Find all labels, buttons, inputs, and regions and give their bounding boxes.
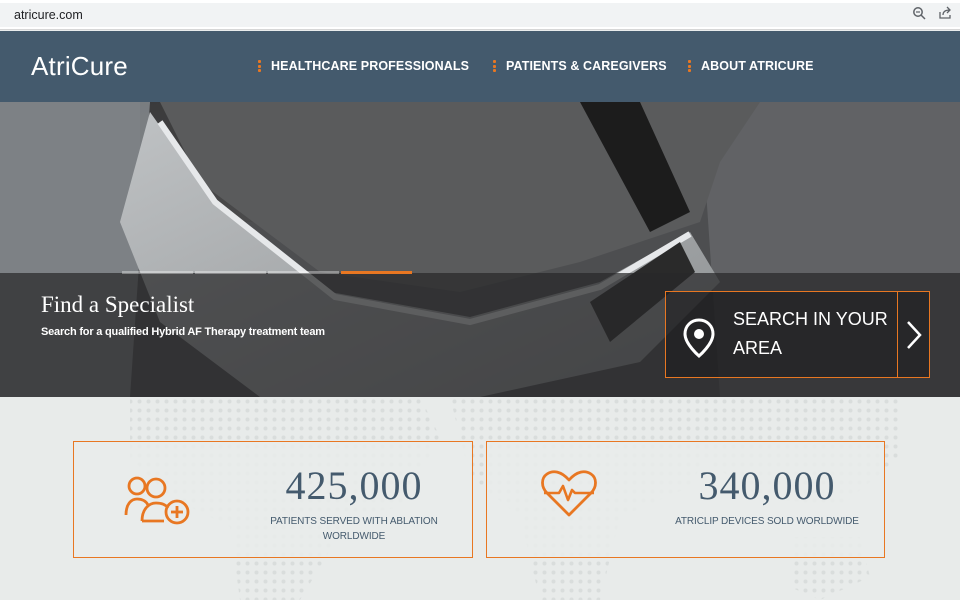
lock-icon [0,9,5,21]
hero-subtitle: Search for a qualified Hybrid AF Therapy… [41,326,325,338]
stat-label: PATIENTS SERVED WITH ABLATION WORLDWIDE [270,516,438,542]
nav-patients-caregivers[interactable]: PATIENTS & CAREGIVERS [493,59,667,73]
slide-indicator[interactable] [122,271,193,274]
stat-label: ATRICLIP DEVICES SOLD WORLDWIDE [675,516,859,527]
slide-indicator[interactable] [195,271,266,274]
share-icon[interactable] [938,6,952,20]
logo-text: AtriCure [31,51,128,81]
slide-indicator-active[interactable] [341,271,412,274]
zoom-icon[interactable] [912,6,926,20]
browser-address-bar: atricure.com [0,0,960,30]
nav-label: ABOUT ATRICURE [701,59,814,73]
stat-number: 340,000 [698,463,836,508]
menu-dots-icon [493,60,496,72]
url-field[interactable]: atricure.com [0,3,960,27]
hero-banner: Find a Specialist Search for a qualified… [0,102,960,397]
nav-label: HEALTHCARE PROFESSIONALS [271,59,470,73]
nav-about-atricure[interactable]: ABOUT ATRICURE [688,59,814,73]
stat-card-patients: 425,000 PATIENTS SERVED WITH ABLATION WO… [73,441,473,558]
divider [897,292,898,377]
search-button-label: SEARCH IN YOUR AREA [733,309,888,358]
stat-card-atriclip: 340,000 ATRICLIP DEVICES SOLD WORLDWIDE [486,441,885,558]
chevron-right-icon [907,321,922,349]
nav-label: PATIENTS & CAREGIVERS [506,59,667,73]
url-text[interactable]: atricure.com [14,8,83,22]
patients-plus-icon [124,476,190,525]
slide-indicators [122,271,412,274]
slide-indicator[interactable] [268,271,339,274]
menu-dots-icon [688,60,691,72]
hero-title: Find a Specialist [41,292,195,317]
stats-section: 425,000 PATIENTS SERVED WITH ABLATION WO… [0,397,960,600]
nav-healthcare-professionals[interactable]: HEALTHCARE PROFESSIONALS [258,59,469,73]
heart-pulse-icon [541,470,597,517]
search-in-your-area-button[interactable]: SEARCH IN YOUR AREA [665,291,930,378]
menu-dots-icon [258,60,261,72]
location-pin-icon [683,318,715,358]
stat-number: 425,000 [285,463,423,508]
site-header: AtriCure HEALTHCARE PROFESSIONALS PATIEN… [0,31,960,102]
atricure-logo[interactable]: AtriCure [31,50,128,82]
